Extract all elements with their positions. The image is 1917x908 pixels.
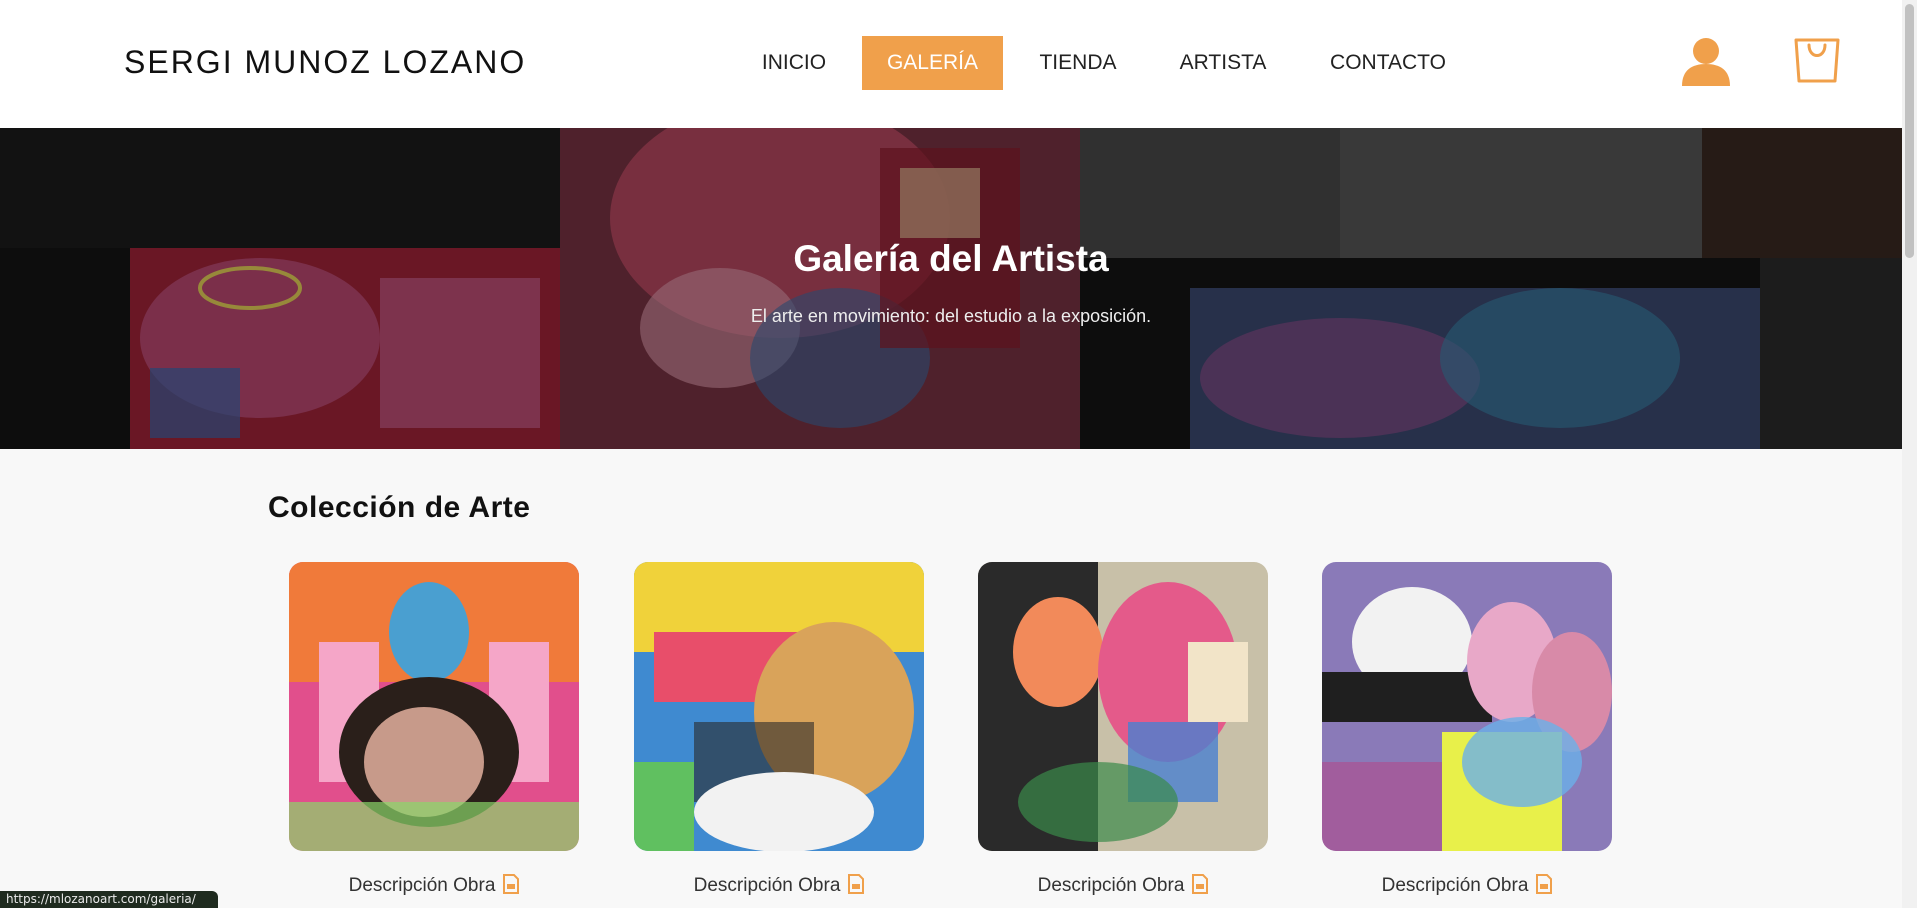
link-status-bar: https://mlozanoart.com/galeria/ [0,891,218,908]
artwork-caption-text[interactable]: Descripción Obra [1382,875,1529,896]
document-icon[interactable] [503,874,520,894]
artwork-card[interactable]: Descripción Obra [289,562,579,896]
nav-item-artista[interactable]: ARTISTA [1163,36,1283,90]
artwork-caption-text[interactable]: Descripción Obra [694,875,841,896]
nav-item-inicio[interactable]: INICIO [744,36,844,90]
artwork-image[interactable] [289,562,579,851]
nav-item-contacto[interactable]: CONTACTO [1316,36,1460,90]
artwork-caption-text[interactable]: Descripción Obra [1038,875,1185,896]
artwork-card[interactable]: Descripción Obra [978,562,1268,896]
document-icon[interactable] [1192,874,1209,894]
document-icon[interactable] [848,874,865,894]
site-header: SERGI MUNOZ LOZANO INICIO GALERÍA TIENDA… [0,0,1902,128]
artwork-image[interactable] [1322,562,1612,851]
user-icon[interactable] [1680,36,1732,86]
artwork-caption[interactable]: Descripción Obra [634,874,924,897]
shopping-bag-icon[interactable] [1793,35,1841,85]
artwork-card[interactable]: Descripción Obra [634,562,924,896]
hero-subtitle: El arte en movimiento: del estudio a la … [750,306,1152,326]
page-scrollbar[interactable] [1902,0,1917,908]
artwork-caption[interactable]: Descripción Obra [289,874,579,897]
artwork-image[interactable] [634,562,924,851]
artwork-caption[interactable]: Descripción Obra [1322,874,1612,897]
scrollbar-thumb[interactable] [1905,4,1914,258]
hero-overlay [0,128,1902,449]
nav-item-galeria[interactable]: GALERÍA [862,36,1003,90]
document-icon[interactable] [1536,874,1553,894]
hero-banner: Galería del Artista El arte en movimient… [0,128,1902,449]
artwork-image[interactable] [978,562,1268,851]
nav-item-tienda[interactable]: TIENDA [1023,36,1133,90]
hero-title: Galería del Artista [793,238,1109,279]
artwork-card[interactable]: Descripción Obra [1322,562,1612,896]
brand-logo[interactable]: SERGI MUNOZ LOZANO [124,44,526,81]
artwork-caption[interactable]: Descripción Obra [978,874,1268,897]
collection-title: Colección de Arte [268,491,531,524]
artwork-caption-text[interactable]: Descripción Obra [349,875,496,896]
